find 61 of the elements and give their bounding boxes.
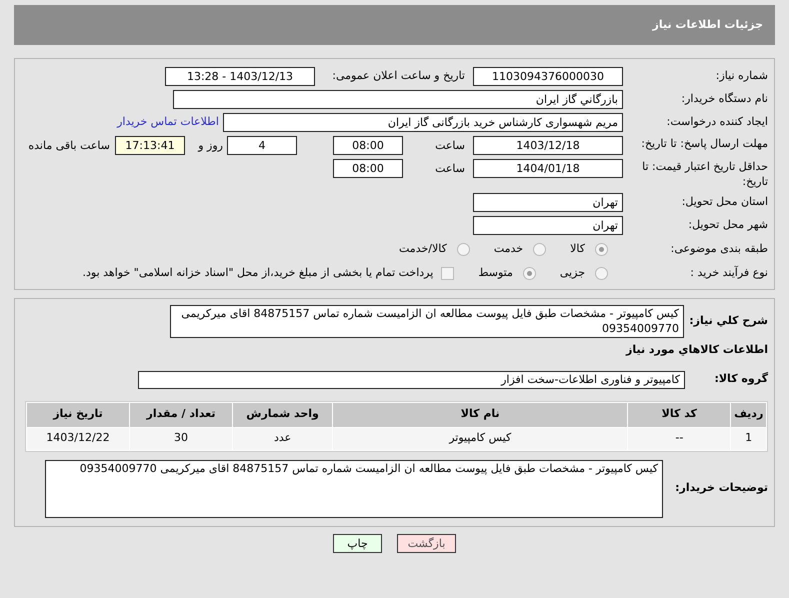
field-label: شرح کلي نياز: xyxy=(688,313,768,329)
radio-button[interactable] xyxy=(522,266,536,280)
field-label: شهر محل تحویل: xyxy=(687,217,768,234)
payment-option-label: پرداخت تمام یا بخشی از مبلغ خرید،از محل "اسناد خزانه اسلامی" خواهد بود. xyxy=(82,264,434,281)
radio-label: جزیی xyxy=(560,264,585,281)
deadline-time-field: 08:00 xyxy=(333,136,403,155)
buyer-contact-link[interactable]: اطلاعات تماس خریدار xyxy=(117,114,219,131)
validity-time-field: 08:00 xyxy=(333,159,403,178)
table-cell: 1 xyxy=(731,428,766,450)
radio-label: متوسط xyxy=(478,264,513,281)
validity-date-field: 1404/01/18 xyxy=(473,159,623,178)
field-label: ساعت xyxy=(434,138,466,154)
radio-button[interactable] xyxy=(595,266,608,280)
field-label: ساعت باقی مانده xyxy=(28,138,111,154)
table-cell: کیس کامپیوتر xyxy=(333,428,628,450)
field-label: گروه کالا: xyxy=(713,371,768,388)
announce-date-field: 1403/12/13 - 13:28 xyxy=(165,67,315,86)
field-label: نوع فرآیند خرید : xyxy=(689,264,768,281)
field-label: مهلت ارسال پاسخ: تا تاریخ: xyxy=(640,136,768,151)
deadline-date-field: 1403/12/18 xyxy=(473,136,623,155)
remaining-time-field: 17:13:41 xyxy=(115,136,185,155)
checkbox[interactable] xyxy=(441,266,454,280)
goods-group-field: کامپیوتر و فناوری اطلاعات-سخت افزار xyxy=(138,370,685,388)
field-label: تاریخ و ساعت اعلان عمومی: xyxy=(331,68,465,84)
table-cell: عدد xyxy=(233,428,332,450)
column-header: واحد شمارش xyxy=(233,402,332,426)
field-label: حداقل تاریخ اعتبار قیمت: تا تاریخ: xyxy=(641,159,768,189)
table-cell: 1403/12/22 xyxy=(26,428,130,450)
radio-label: کالا/خدمت xyxy=(399,240,447,257)
column-header: نام کالا xyxy=(333,402,628,426)
column-header: کد کالا xyxy=(628,402,730,426)
days-field: 4 xyxy=(227,136,297,155)
column-header: ردیف xyxy=(731,402,766,426)
radio-button[interactable] xyxy=(533,242,546,256)
field-label: ایجاد کننده درخواست: xyxy=(666,114,768,130)
province-field: تهران xyxy=(473,193,623,212)
column-header: تعداد / مقدار xyxy=(130,402,232,426)
radio-button[interactable] xyxy=(456,242,470,256)
page-title: جزئیات اطلاعات نیاز xyxy=(652,16,763,33)
back-button[interactable]: بازگشت xyxy=(397,534,456,552)
table-cell: 30 xyxy=(130,428,232,450)
field-label: توضیحات خریدار: xyxy=(674,480,768,496)
field-label: نام دستگاه خریدار: xyxy=(680,91,768,108)
radio-label: خدمت xyxy=(494,240,524,257)
section-title: اطلاعات کالاهاي مورد نياز xyxy=(624,342,768,358)
need-number-field: 1103094376000030 xyxy=(473,67,623,86)
buyer-notes-field: کیس کامپیوتر - مشخصات طبق فایل پیوست مطالعه ان الزامیست شماره تماس 84875157 اقای میرکریمی 09354009770 xyxy=(45,460,663,518)
print-button[interactable]: چاپ xyxy=(333,534,382,552)
requester-field: مریم شهسواری کارشناس خرید بازرگانی گاز ایران xyxy=(223,113,623,132)
radio-button[interactable] xyxy=(595,242,608,256)
field-label: ساعت xyxy=(434,161,466,177)
field-label: روز و xyxy=(196,138,224,154)
city-field: تهران xyxy=(473,216,623,235)
field-label: طبقه بندی موضوعی: xyxy=(670,240,768,257)
buyer-org-field: بازرگاني گاز ايران xyxy=(173,90,623,109)
table-cell: -- xyxy=(628,428,730,450)
field-label: استان محل تحویل: xyxy=(680,194,768,210)
summary-field: کیس کامپیوتر - مشخصات طبق فایل پیوست مطالعه ان الزامیست شماره تماس 84875157 اقای میرکریمی 09354009770 xyxy=(170,305,684,338)
field-label: شماره نیاز: xyxy=(714,68,768,84)
column-header: تاریخ نیاز xyxy=(26,402,130,426)
radio-label: کالا xyxy=(570,240,585,257)
